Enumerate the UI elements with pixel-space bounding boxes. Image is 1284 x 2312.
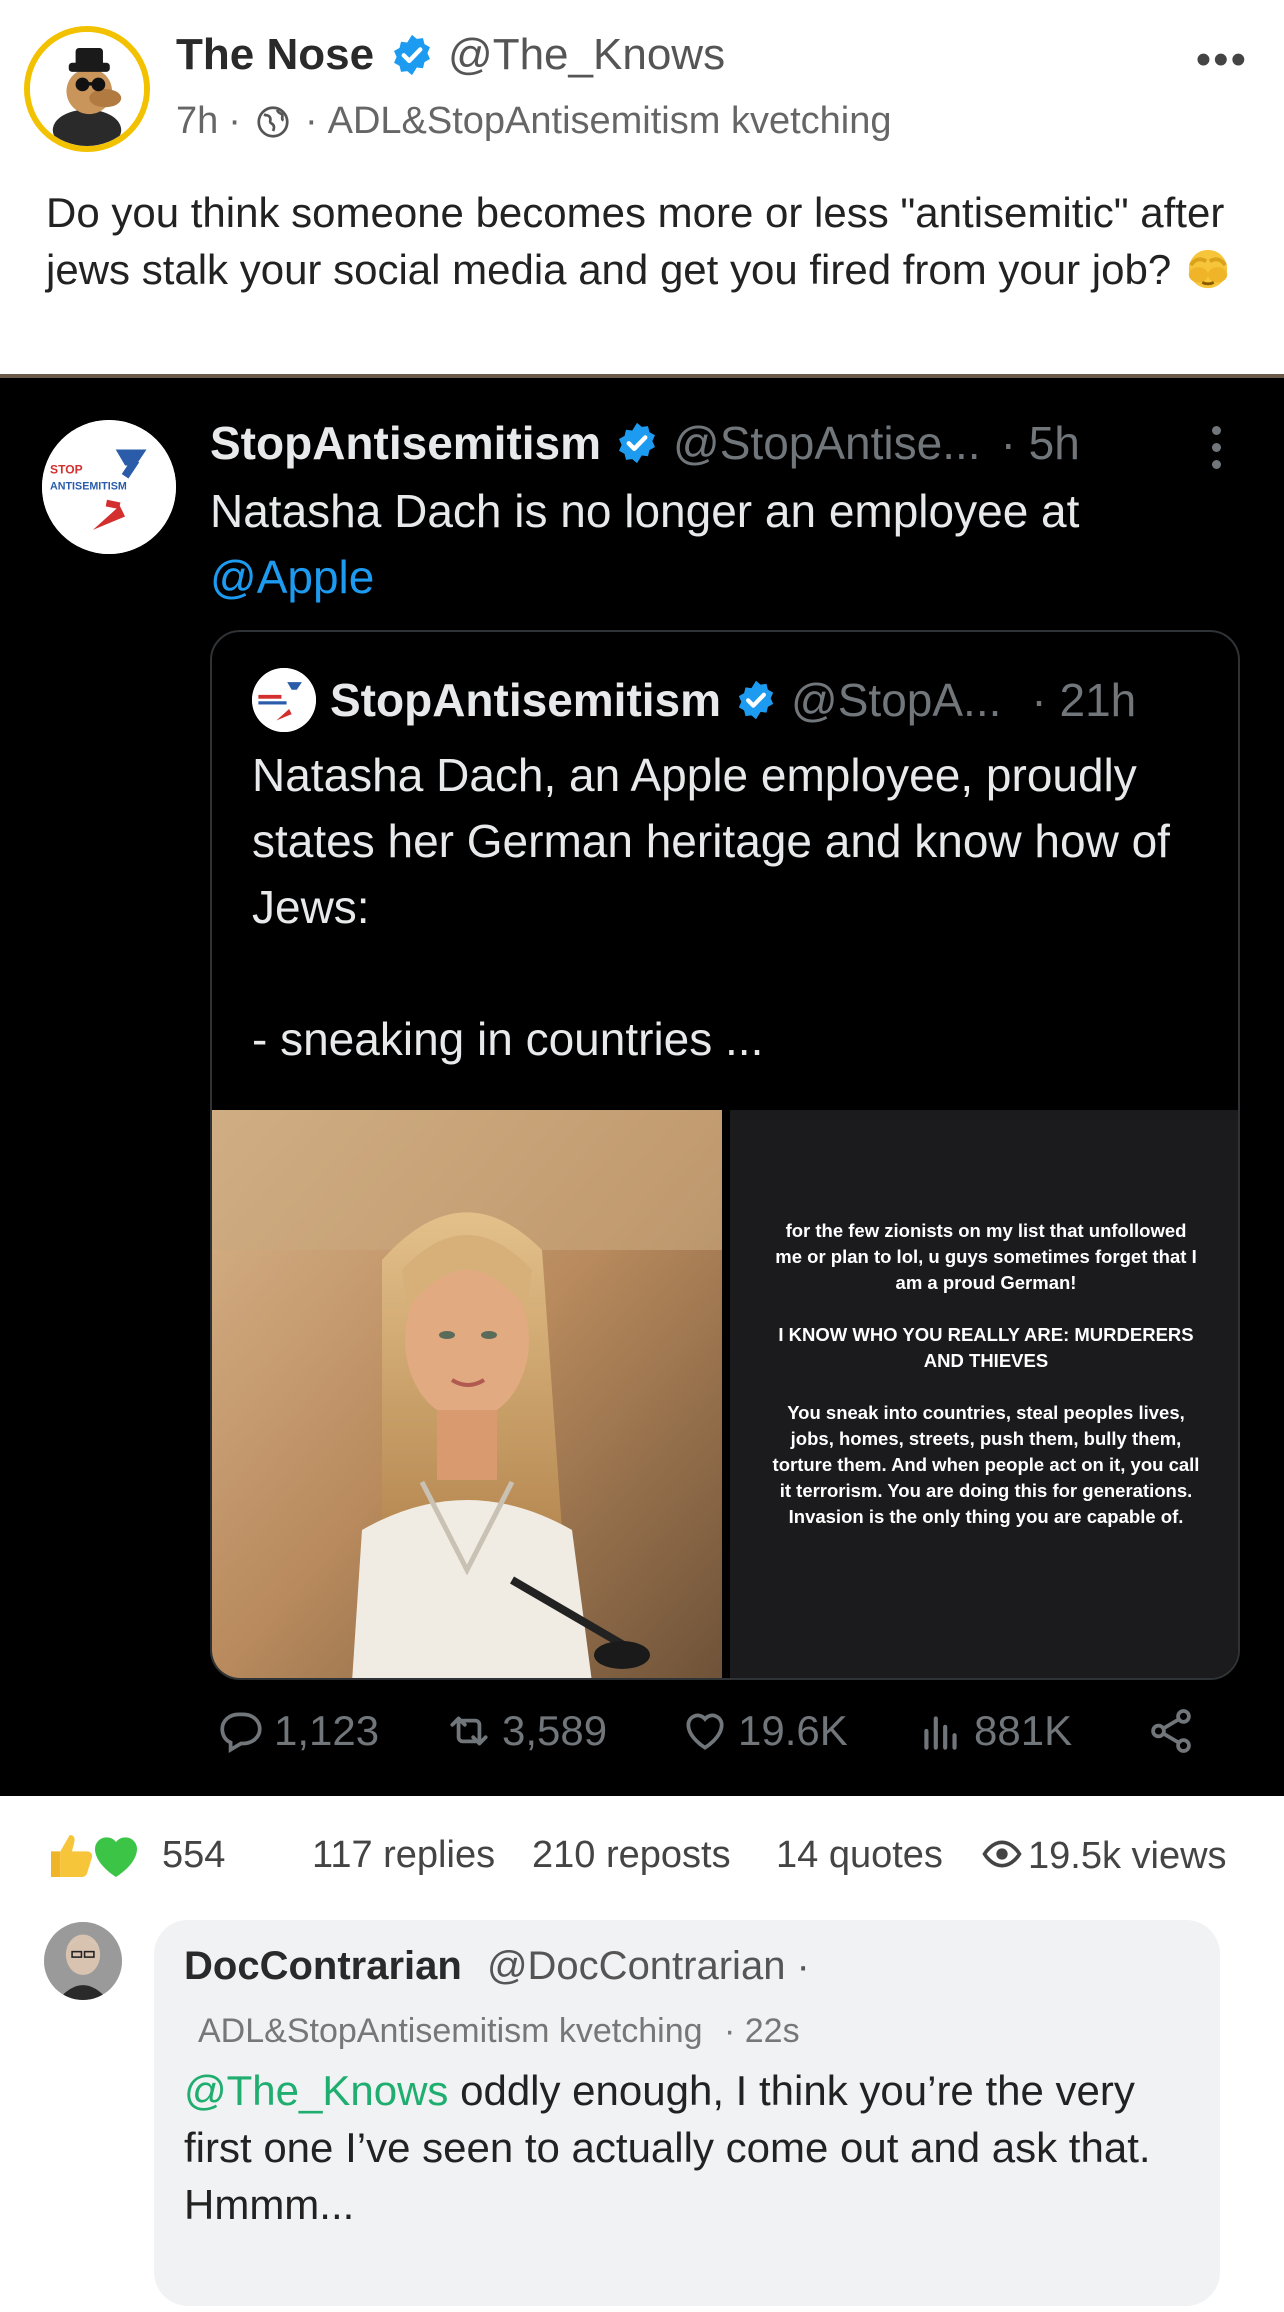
post-meta: 7h · · ADL&StopAntisemitism kvetching (176, 100, 892, 143)
quoted-author-name: StopAntisemitism (330, 674, 722, 726)
quoted-time: · 21h (1031, 674, 1137, 726)
verified-badge-icon (738, 680, 774, 720)
post-body: Do you think someone becomes more or les… (46, 184, 1246, 298)
views-count: 19.5k views (982, 1834, 1227, 1878)
quoted-author-handle: @StopA... (791, 674, 1002, 726)
views-label: 19.5k views (1028, 1835, 1227, 1877)
views-action: 881K (916, 1706, 1072, 1756)
comment-header: DocContrarian @DocContrarian · (184, 1944, 810, 1989)
separator-dot: · (228, 100, 241, 142)
quoted-tweet-header: StopAntisemitism @StopA... · 21h (252, 668, 1136, 732)
separator-dot: · (304, 100, 318, 142)
tweet-header: StopAntisemitism @StopAntise... · 5h (210, 416, 1080, 470)
post-time: 7h (176, 100, 219, 142)
author-avatar[interactable] (24, 26, 150, 152)
reply-action: 1,123 (216, 1706, 379, 1756)
author-line: The Nose @The_Knows (176, 30, 725, 80)
tweet-text: Natasha Dach is no longer an employee at… (210, 478, 1250, 610)
reposts-count[interactable]: 210 reposts (532, 1834, 731, 1877)
tweet-author-name: StopAntisemitism (210, 417, 602, 469)
commenter-avatar[interactable] (44, 1922, 122, 2000)
tweet-actions: 1,123 3,589 19.6K 881K (216, 1706, 1236, 1766)
verified-badge-icon (394, 34, 431, 76)
quoted-tweet: StopAntisemitism @StopA... · 21h Natasha… (210, 630, 1240, 1680)
reaction-count[interactable]: 554 (162, 1834, 225, 1877)
group-link[interactable]: ADL&StopAntisemitism kvetching (328, 100, 892, 143)
eye-icon (982, 1840, 1022, 1868)
green-heart-emoji-icon (95, 1837, 137, 1877)
story-paragraph-3: You sneak into countries, steal peoples … (772, 1402, 1200, 1527)
comment-mention[interactable]: @The_Knows (184, 2067, 448, 2114)
story-paragraph-2: I KNOW WHO YOU REALLY ARE: MURDERERS AND… (778, 1324, 1194, 1371)
share-icon (1151, 1709, 1191, 1753)
instagram-story-screenshot: for the few zionists on my list that unf… (730, 1110, 1238, 1678)
comment-text: @The_Knows oddly enough, I think you’re … (184, 2062, 1194, 2233)
logo-stop-text: STOP (50, 463, 83, 477)
reply-count: 1,123 (274, 1707, 380, 1754)
quoted-avatar (252, 668, 316, 732)
repost-count: 3,589 (502, 1707, 608, 1754)
quoted-text: Natasha Dach, an Apple employee, proudly… (252, 749, 1170, 1065)
heart-icon (686, 1713, 724, 1750)
share-action (1146, 1706, 1204, 1756)
post-header: The Nose @The_Knows 7h · · ADL&StopAntis… (0, 0, 1284, 160)
tweet-time: · 5h (1000, 417, 1080, 469)
commenter-name[interactable]: DocContrarian (184, 1944, 462, 1988)
view-count: 881K (974, 1707, 1073, 1754)
face-in-hands-emoji-icon (1188, 249, 1228, 289)
reactions[interactable] (44, 1828, 144, 1884)
tweet-more-icon (1212, 426, 1224, 470)
repost-action: 3,589 (444, 1706, 607, 1756)
like-action: 19.6K (680, 1706, 848, 1756)
logo-antisemitism-text: ANTISEMITISM (50, 481, 127, 493)
verified-badge-icon (619, 422, 656, 464)
globe-icon (257, 105, 289, 138)
tweet-author-handle: @StopAntise... (673, 417, 981, 469)
more-options-button[interactable]: ••• (1196, 38, 1248, 82)
story-text: for the few zionists on my list that unf… (770, 1218, 1202, 1556)
replies-count[interactable]: 117 replies (312, 1834, 495, 1877)
reply-icon (220, 1712, 262, 1754)
like-count: 19.6K (738, 1707, 848, 1754)
post-stats: 554 117 replies 210 reposts 14 quotes 19… (0, 1826, 1284, 1890)
comment-bubble: DocContrarian @DocContrarian · ADL&StopA… (154, 1920, 1220, 2306)
post-text: Do you think someone becomes more or les… (46, 189, 1225, 293)
comment-group[interactable]: ADL&StopAntisemitism kvetching (198, 2012, 703, 2050)
author-handle[interactable]: @The_Knows (448, 30, 725, 80)
commenter-handle[interactable]: @DocContrarian · (487, 1944, 810, 1988)
bar-chart-icon (924, 1716, 957, 1750)
comment-meta: ADL&StopAntisemitism kvetching · 22s (198, 2012, 800, 2051)
embedded-image[interactable]: STOP ANTISEMITISM StopAntisemitism @Stop… (0, 374, 1284, 1796)
comment-time: · 22s (724, 2012, 800, 2050)
repost-icon (450, 1716, 488, 1746)
portrait-photo (212, 1110, 722, 1678)
tweet-mention: @Apple (210, 551, 375, 603)
story-paragraph-1: for the few zionists on my list that unf… (775, 1220, 1197, 1293)
quotes-count[interactable]: 14 quotes (776, 1834, 943, 1877)
stopantisemitism-avatar: STOP ANTISEMITISM (42, 420, 176, 554)
author-name[interactable]: The Nose (176, 30, 374, 80)
tweet-body: Natasha Dach is no longer an employee at (210, 485, 1080, 537)
